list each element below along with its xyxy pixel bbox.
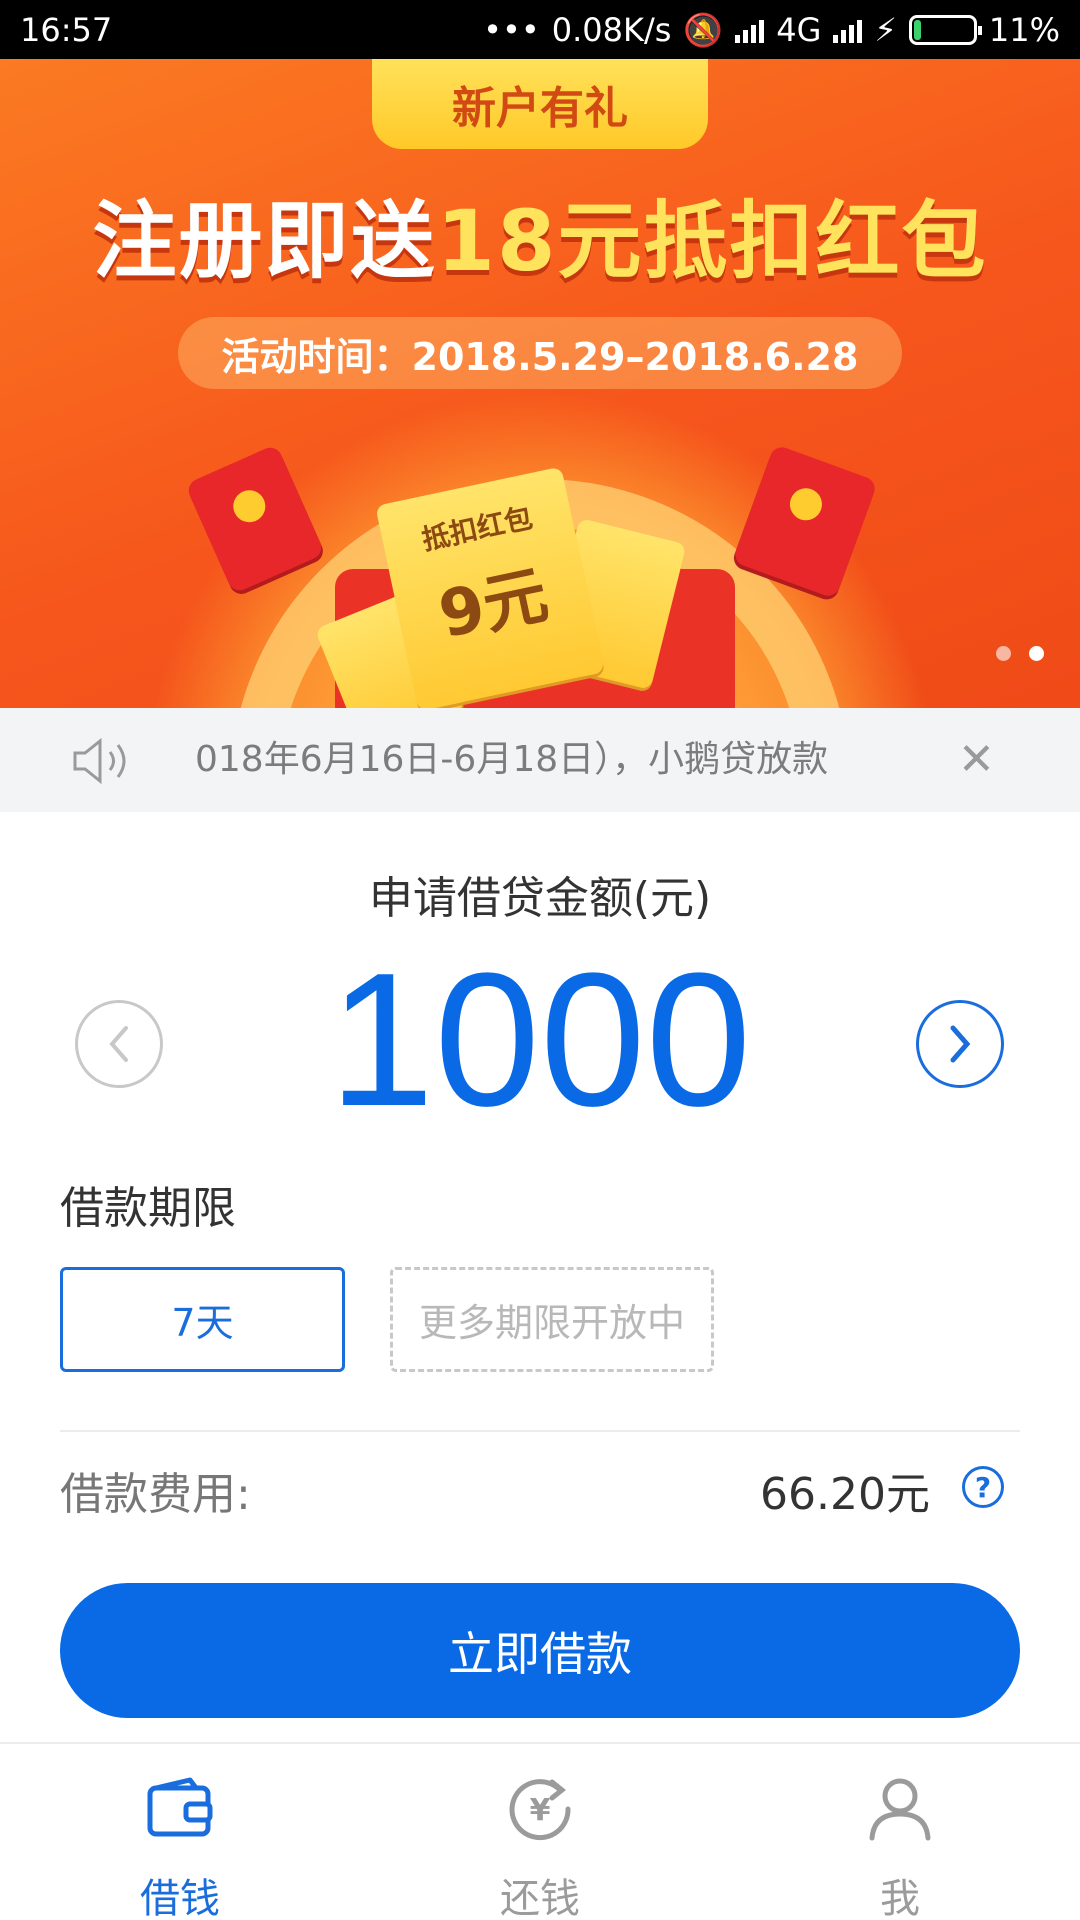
divider <box>60 1430 1020 1432</box>
banner-dot-active[interactable] <box>1029 646 1044 661</box>
network-speed: 0.08K/s <box>551 10 672 49</box>
close-icon[interactable]: ✕ <box>958 738 995 782</box>
signal-icon <box>735 17 765 43</box>
status-indicators: ••• 0.08K/s 🔕 4G ⚡ 11% <box>483 11 1060 49</box>
repay-icon: ¥ <box>509 1779 571 1841</box>
banner-title-highlight: 18元抵扣红包 <box>436 192 988 290</box>
nav-label-me: 我 <box>880 1876 920 1920</box>
bottom-nav: 借钱 ¥ 还钱 我 <box>0 1742 1080 1920</box>
nav-item-repay[interactable]: ¥ 还钱 <box>440 1744 640 1920</box>
banner-dot[interactable] <box>996 646 1011 661</box>
banner-activity-time: 活动时间：2018.5.29–2018.6.28 <box>178 317 902 389</box>
help-icon[interactable]: ? <box>962 1466 1004 1508</box>
wallet-icon <box>147 1777 213 1837</box>
nav-item-me[interactable]: 我 <box>800 1744 1000 1920</box>
signal-icon-2 <box>833 17 863 43</box>
banner-title: 注册即送18元抵扣红包 <box>0 174 1080 295</box>
status-time: 16:57 <box>20 10 113 49</box>
charging-icon: ⚡ <box>874 10 897 49</box>
banner-tag: 新户有礼 <box>372 59 708 149</box>
promo-banner[interactable]: 新户有礼 注册即送18元抵扣红包 活动时间：2018.5.29–2018.6.2… <box>0 59 1080 708</box>
banner-pagination <box>996 646 1044 661</box>
amount-title: 申请借贷金额(元) <box>368 873 712 924</box>
network-type: 4G <box>776 10 822 49</box>
status-bar: 16:57 ••• 0.08K/s 🔕 4G ⚡ 11% <box>0 0 1080 59</box>
chevron-right-icon <box>950 1025 971 1063</box>
notice-marquee-text[interactable]: 018年6月16日-6月18日），小鹅贷放款 <box>195 708 885 812</box>
borrow-now-button[interactable]: 立即借款 <box>60 1583 1020 1718</box>
term-option-more: 更多期限开放中 <box>390 1267 714 1372</box>
fee-label: 借款费用: <box>60 1469 251 1520</box>
fee-value: 66.20元 <box>760 1469 930 1520</box>
notice-bar: 018年6月16日-6月18日），小鹅贷放款 ✕ <box>0 708 1080 812</box>
increase-amount-button[interactable] <box>916 1000 1004 1088</box>
svg-text:¥: ¥ <box>530 1793 551 1828</box>
battery-level <box>913 19 921 40</box>
more-dots-icon: ••• <box>483 10 540 49</box>
battery-icon <box>908 14 982 45</box>
nav-item-borrow[interactable]: 借钱 <box>80 1744 280 1920</box>
banner-title-part1: 注册即送 <box>92 192 437 290</box>
mute-icon: 🔕 <box>683 10 724 49</box>
nav-label-repay: 还钱 <box>500 1876 580 1920</box>
nav-label-borrow: 借钱 <box>140 1876 220 1920</box>
term-option-7-days[interactable]: 7天 <box>60 1267 345 1372</box>
term-title: 借款期限 <box>60 1183 236 1234</box>
user-icon <box>869 1778 931 1841</box>
battery-percent: 11% <box>988 10 1060 49</box>
speaker-icon <box>73 738 126 784</box>
